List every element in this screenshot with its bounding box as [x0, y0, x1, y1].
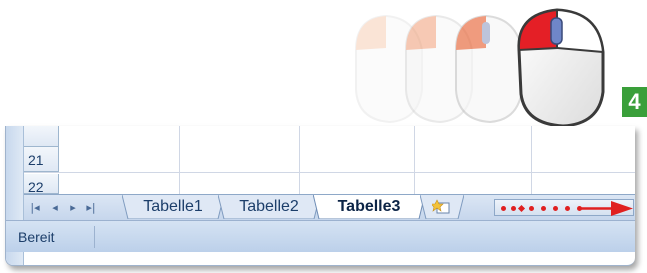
mouse-scroll-illustration	[346, 0, 616, 140]
excel-window: 21 22 |◂ ◂ ▸ ▸| Tabelle1 Tabelle2 Tabell	[5, 126, 635, 266]
row-header-21[interactable]: 21	[24, 147, 59, 172]
insert-worksheet-icon	[432, 199, 450, 214]
status-text: Bereit	[18, 229, 55, 245]
scroll-right-arrow-icon	[579, 201, 633, 216]
tab-tabelle2[interactable]: Tabelle2	[218, 195, 320, 219]
worksheet-grid[interactable]: 21 22	[24, 126, 635, 195]
mouse-icon	[517, 8, 605, 128]
first-sheet-icon[interactable]: |◂	[26, 199, 44, 216]
tab-label: Tabelle3	[337, 198, 401, 215]
last-sheet-icon[interactable]: ▸|	[82, 199, 100, 216]
status-separator	[94, 226, 95, 248]
tab-tabelle1[interactable]: Tabelle1	[122, 195, 224, 219]
next-sheet-icon[interactable]: ▸	[64, 199, 82, 216]
status-bar: Bereit	[6, 220, 635, 252]
step-number-badge: 4	[622, 87, 647, 117]
insert-worksheet-tab[interactable]	[420, 195, 464, 219]
row-header-22[interactable]: 22	[24, 174, 59, 194]
grid-row[interactable]: 22	[24, 174, 635, 195]
scroll-annotation-dot	[501, 206, 506, 211]
horizontal-scrollbar[interactable]	[494, 199, 634, 216]
tab-tabelle3[interactable]: Tabelle3	[313, 195, 425, 219]
tab-label: Tabelle1	[143, 198, 203, 215]
tab-label: Tabelle2	[239, 198, 299, 215]
scroll-annotation-dot	[529, 206, 534, 211]
prev-sheet-icon[interactable]: ◂	[46, 199, 64, 216]
scroll-annotation-dot	[517, 204, 526, 213]
row-header-cell	[24, 126, 59, 147]
grid-row[interactable]: 21	[24, 147, 635, 173]
scroll-annotation-dot	[511, 206, 516, 211]
sheet-tab-bar: |◂ ◂ ▸ ▸| Tabelle1 Tabelle2 Tabelle3	[24, 194, 635, 220]
